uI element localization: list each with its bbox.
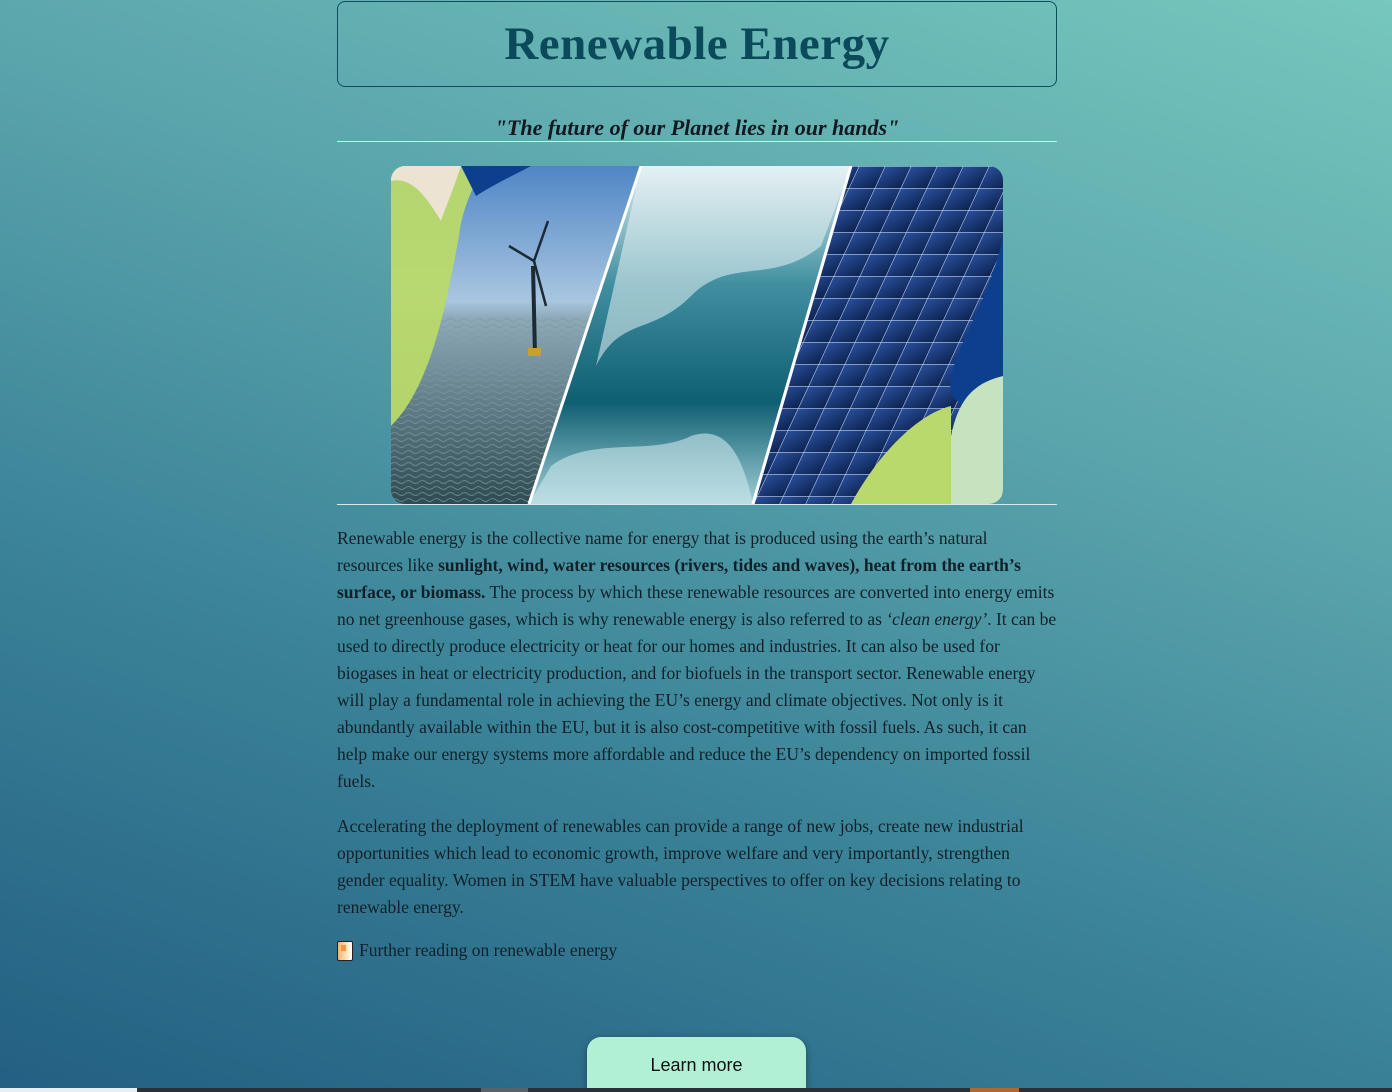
clean-energy-term: ‘clean energy’ [886,609,988,629]
book-icon [337,940,353,961]
article-body: Renewable energy is the collective name … [337,525,1057,964]
page-title: Renewable Energy [504,18,890,70]
main-content: Renewable Energy "The future of our Plan… [337,0,1057,964]
title-box: Renewable Energy [337,1,1057,87]
hero-wrapper [337,166,1057,504]
paragraph-intro: Renewable energy is the collective name … [337,528,1057,791]
divider [337,504,1057,505]
tagline-quote: "The future of our Planet lies in our ha… [494,115,900,140]
taskbar-strip [0,1088,1392,1092]
paragraph-jobs: Accelerating the deployment of renewable… [337,816,1024,917]
further-reading-link[interactable]: Further reading on renewable energy [337,937,1057,964]
further-reading-label[interactable]: Further reading on renewable energy [359,937,617,964]
hero-image [391,166,1003,504]
divider [337,141,1057,142]
learn-more-button[interactable]: Learn more [587,1037,806,1092]
